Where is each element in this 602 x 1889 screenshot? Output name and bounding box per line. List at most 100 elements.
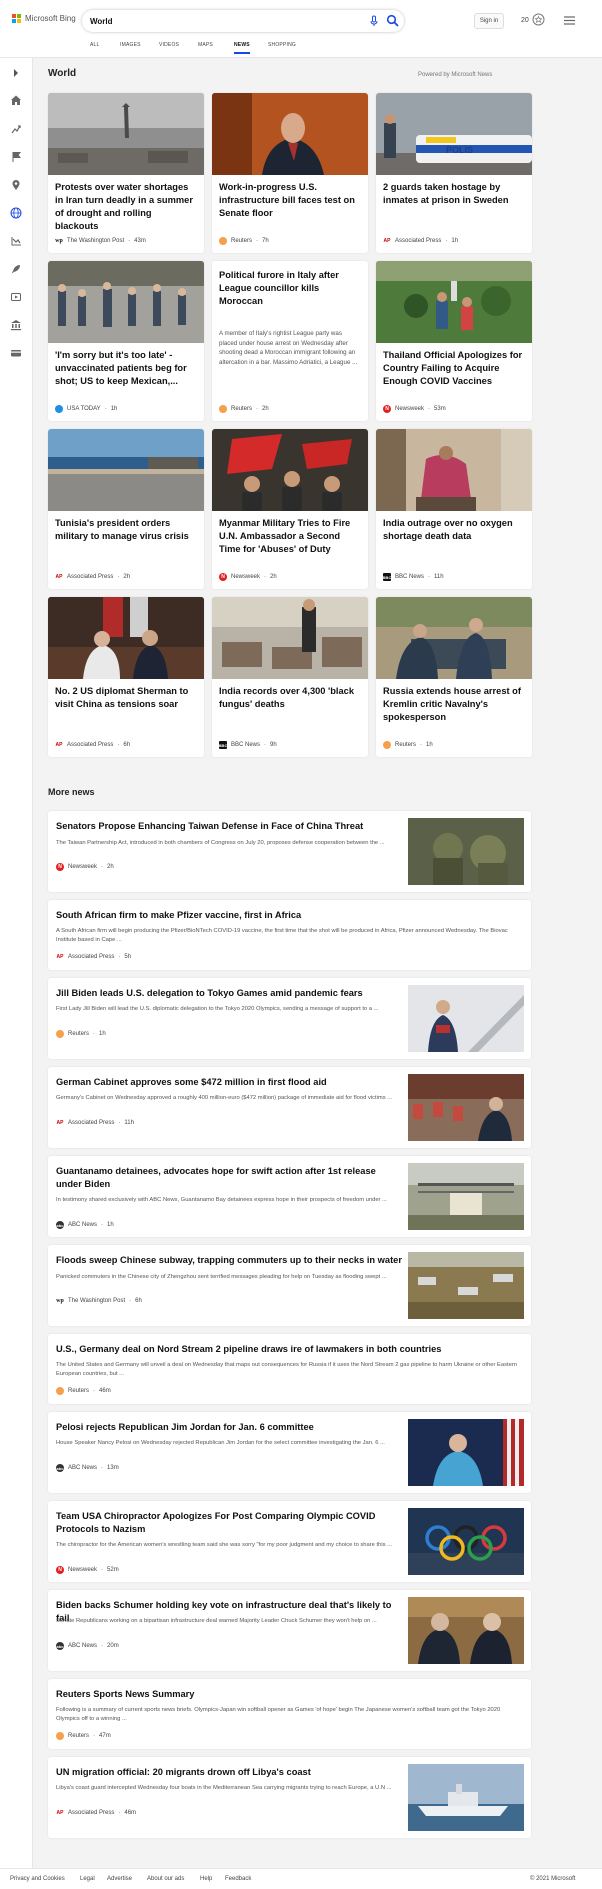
more-news-item[interactable]: U.S., Germany deal on Nord Stream 2 pipe… [48, 1334, 531, 1404]
more-news-title: More news [48, 787, 95, 797]
money-icon[interactable] [10, 347, 22, 359]
search-box [82, 10, 404, 32]
more-news-item[interactable]: German Cabinet approves some $472 millio… [48, 1067, 531, 1148]
item-title[interactable]: Team USA Chiropractor Apologizes For Pos… [56, 1510, 404, 1536]
news-card[interactable]: Myanmar Military Tries to Fire U.N. Amba… [212, 429, 368, 589]
card-source: wp The Washington Post · 43m [55, 237, 146, 245]
news-card[interactable]: Tunisia's president orders military to m… [48, 429, 204, 589]
microphone-icon[interactable] [368, 15, 380, 27]
home-icon[interactable] [10, 94, 22, 106]
item-title[interactable]: Guantanamo detainees, advocates hope for… [56, 1165, 404, 1191]
search-icon[interactable] [386, 14, 399, 27]
news-card[interactable]: 'I'm sorry but it's too late' - unvaccin… [48, 261, 204, 421]
footer-link-about-ads[interactable]: About our ads [147, 1876, 184, 1882]
rewards-medal-icon[interactable] [532, 13, 545, 28]
card-title[interactable]: 'I'm sorry but it's too late' - unvaccin… [55, 349, 197, 388]
footer-link-privacy[interactable]: Privacy and Cookies [10, 1876, 65, 1882]
menu-icon[interactable] [564, 16, 575, 25]
item-description: In testimony shared exclusively with ABC… [56, 1197, 387, 1203]
search-input[interactable] [90, 13, 340, 29]
abc-news-logo-icon: abc [56, 1464, 64, 1472]
card-title[interactable]: Thailand Official Apologizes for Country… [383, 349, 525, 388]
card-title[interactable]: India records over 4,300 'black fungus' … [219, 685, 361, 711]
item-title[interactable]: UN migration official: 20 migrants drown… [56, 1766, 404, 1779]
rocket-icon[interactable] [10, 263, 22, 275]
sign-in-button[interactable]: Sign in [474, 13, 504, 29]
news-card[interactable]: Protests over water shortages in Iran tu… [48, 93, 204, 253]
news-card[interactable]: POLIS 2 guards taken hostage by inmates … [376, 93, 532, 253]
item-description: Following is a summary of current sports… [56, 1707, 501, 1722]
footer-link-legal[interactable]: Legal [80, 1876, 95, 1882]
news-card[interactable]: Russia extends house arrest of Kremlin c… [376, 597, 532, 757]
card-title[interactable]: Tunisia's president orders military to m… [55, 517, 197, 543]
news-card[interactable]: Work-in-progress U.S. infrastructure bil… [212, 93, 368, 253]
item-source: wp The Washington Post · 6h [56, 1297, 142, 1305]
tab-videos[interactable]: VIDEOS [159, 41, 179, 52]
tab-maps[interactable]: MAPS [198, 41, 213, 52]
more-news-item[interactable]: Senators Propose Enhancing Taiwan Defens… [48, 811, 531, 892]
more-news-item[interactable]: Team USA Chiropractor Apologizes For Pos… [48, 1501, 531, 1582]
news-card[interactable]: India records over 4,300 'black fungus' … [212, 597, 368, 757]
card-source: Reuters · 7h [219, 237, 269, 245]
business-chart-icon[interactable] [10, 235, 22, 247]
news-thumbnail [408, 1074, 524, 1141]
item-title[interactable]: U.S., Germany deal on Nord Stream 2 pipe… [56, 1343, 524, 1356]
news-card[interactable]: India outrage over no oxygen shortage de… [376, 429, 532, 589]
associated-press-logo-icon: AP [55, 573, 63, 581]
card-title[interactable]: 2 guards taken hostage by inmates at pri… [383, 181, 525, 207]
item-title[interactable]: Pelosi rejects Republican Jim Jordan for… [56, 1421, 404, 1434]
card-source: BBC BBC News · 11h [382, 573, 444, 581]
card-title[interactable]: India outrage over no oxygen shortage de… [383, 517, 525, 543]
globe-icon[interactable] [10, 207, 22, 219]
more-news-item[interactable]: Guantanamo detainees, advocates hope for… [48, 1156, 531, 1237]
card-source: N Newsweek · 53m [383, 405, 446, 413]
microsoft-logo-icon [12, 14, 21, 23]
news-photo [212, 429, 368, 511]
card-title[interactable]: Political furore in Italy after League c… [219, 269, 361, 308]
news-thumbnail [408, 1764, 524, 1831]
item-title[interactable]: Jill Biden leads U.S. delegation to Toky… [56, 987, 404, 1000]
card-title[interactable]: Russia extends house arrest of Kremlin c… [383, 685, 525, 724]
footer-link-advertise[interactable]: Advertise [107, 1876, 132, 1882]
tab-shopping[interactable]: SHOPPING [268, 41, 296, 52]
rewards-points[interactable]: 20 [521, 17, 529, 24]
item-title[interactable]: Floods sweep Chinese subway, trapping co… [56, 1254, 404, 1267]
flag-icon[interactable] [10, 151, 22, 163]
news-card[interactable]: No. 2 US diplomat Sherman to visit China… [48, 597, 204, 757]
card-title[interactable]: Protests over water shortages in Iran tu… [55, 181, 197, 233]
tab-all[interactable]: ALL [90, 41, 100, 52]
tab-images[interactable]: IMAGES [120, 41, 141, 52]
entertainment-icon[interactable] [10, 291, 22, 303]
bing-logo[interactable]: Microsoft Bing [12, 14, 76, 23]
news-card[interactable]: Thailand Official Apologizes for Country… [376, 261, 532, 421]
bbc-logo-icon: BBC [218, 741, 228, 749]
newsweek-logo-icon: N [219, 573, 227, 581]
more-news-item[interactable]: Biden backs Schumer holding key vote on … [48, 1590, 531, 1671]
more-news-item[interactable]: Pelosi rejects Republican Jim Jordan for… [48, 1412, 531, 1493]
politics-building-icon[interactable] [10, 319, 22, 331]
more-news-item[interactable]: UN migration official: 20 migrants drown… [48, 1757, 531, 1838]
more-news-item[interactable]: Jill Biden leads U.S. delegation to Toky… [48, 978, 531, 1059]
item-description: Panicked commuters in the Chinese city o… [56, 1274, 387, 1280]
item-title[interactable]: Senators Propose Enhancing Taiwan Defens… [56, 820, 404, 833]
item-title[interactable]: South African firm to make Pfizer vaccin… [56, 909, 524, 922]
item-title[interactable]: Reuters Sports News Summary [56, 1688, 524, 1701]
news-thumbnail [408, 985, 524, 1052]
washington-post-logo-icon: wp [55, 237, 63, 245]
expand-chevron-icon[interactable] [10, 67, 22, 79]
location-pin-icon[interactable] [10, 179, 22, 191]
card-title[interactable]: No. 2 US diplomat Sherman to visit China… [55, 685, 197, 711]
trending-icon[interactable] [10, 123, 22, 135]
associated-press-logo-icon: AP [56, 953, 64, 961]
footer-link-help[interactable]: Help [200, 1876, 212, 1882]
news-card[interactable]: Political furore in Italy after League c… [212, 261, 368, 421]
footer-link-feedback[interactable]: Feedback [225, 1876, 251, 1882]
more-news-item[interactable]: Floods sweep Chinese subway, trapping co… [48, 1245, 531, 1326]
tab-news[interactable]: NEWS [234, 41, 250, 54]
more-news-item[interactable]: South African firm to make Pfizer vaccin… [48, 900, 531, 970]
item-description: Senate Republicans working on a bipartis… [56, 1618, 377, 1624]
card-title[interactable]: Work-in-progress U.S. infrastructure bil… [219, 181, 361, 220]
item-title[interactable]: German Cabinet approves some $472 millio… [56, 1076, 404, 1089]
more-news-item[interactable]: Reuters Sports News Summary Following is… [48, 1679, 531, 1749]
card-title[interactable]: Myanmar Military Tries to Fire U.N. Amba… [219, 517, 361, 556]
